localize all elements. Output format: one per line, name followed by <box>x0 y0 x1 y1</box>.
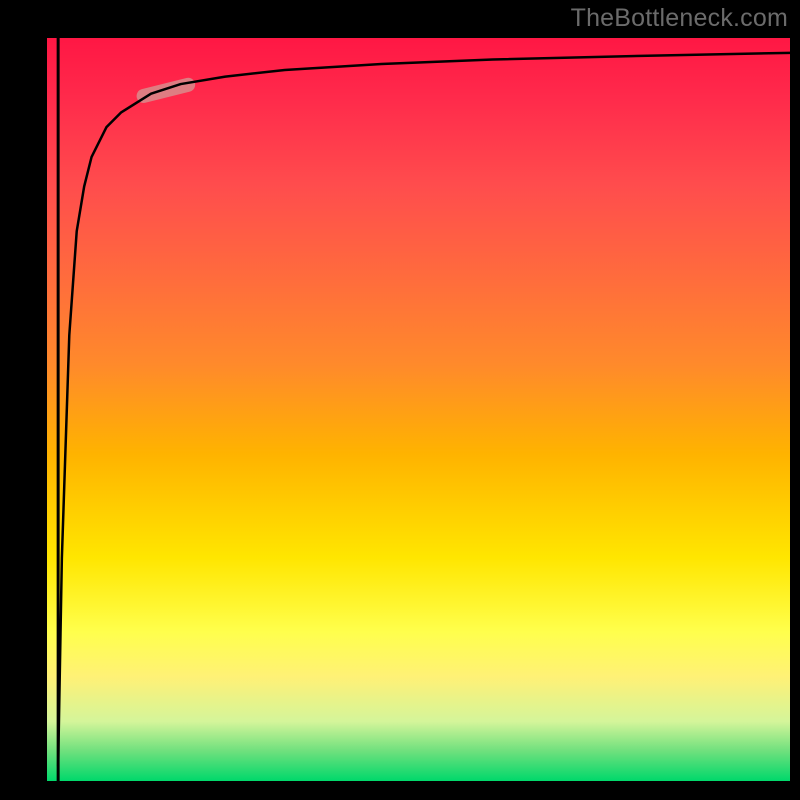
chart-frame: TheBottleneck.com <box>0 0 800 800</box>
plot-area <box>47 38 790 781</box>
watermark-text: TheBottleneck.com <box>571 4 788 33</box>
